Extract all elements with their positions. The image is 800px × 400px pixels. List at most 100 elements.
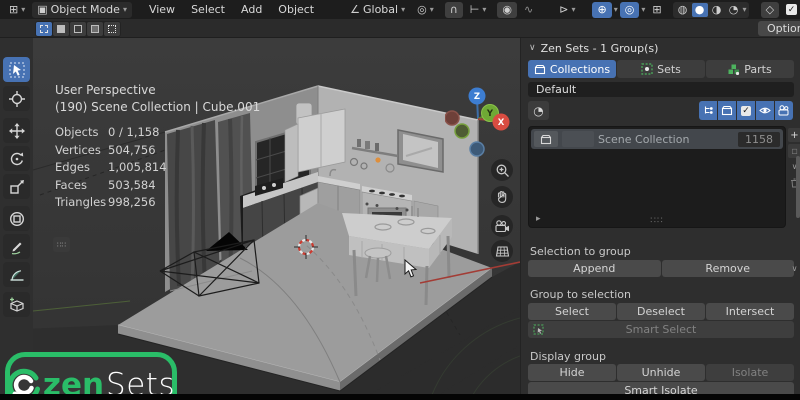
show-gizmo-toggle[interactable]: ⊕ <box>592 1 612 18</box>
stat-label: Triangles <box>55 195 107 209</box>
proportional-edit-toggle[interactable]: ◉ <box>497 1 518 18</box>
visibility-display-button[interactable] <box>756 101 774 120</box>
checkbox-display-button[interactable]: ✓ <box>737 101 755 120</box>
collection-box-icon <box>721 105 733 116</box>
stat-faces: Faces 503,584 <box>55 177 167 195</box>
menu-object[interactable]: Object <box>271 2 321 17</box>
orientation-icon: ∠ <box>350 3 360 16</box>
tab-collections[interactable]: Collections <box>528 60 616 78</box>
select-invert-icon <box>91 25 99 33</box>
shading-wireframe-button[interactable]: ◍ <box>675 3 691 17</box>
tool-select-box[interactable] <box>3 57 30 82</box>
editor-type-button[interactable]: ⊞ ▾ <box>4 2 30 18</box>
stat-edges: Edges 1,005,814 <box>55 159 167 177</box>
pan-button[interactable] <box>491 186 513 208</box>
show-overlays-toggle[interactable]: ◎ <box>619 1 640 18</box>
zen-diamond-button[interactable]: ◇ <box>760 1 780 18</box>
select-mode-intersect-button[interactable] <box>104 22 120 36</box>
chevron-down-icon: ▾ <box>571 4 576 14</box>
tool-transform[interactable] <box>3 206 30 231</box>
intersect-button[interactable]: Intersect <box>706 303 794 320</box>
add-group-button[interactable]: + <box>788 128 800 142</box>
chevron-down-icon[interactable]: ▾ <box>641 5 645 14</box>
chevron-down-icon[interactable]: ▾ <box>614 5 618 14</box>
collection-chip[interactable] <box>534 131 558 147</box>
tool-cursor[interactable] <box>3 86 30 111</box>
snap-toggle[interactable]: ∩ <box>444 1 463 18</box>
menu-select[interactable]: Select <box>184 2 232 17</box>
ortho-toggle-button[interactable] <box>491 240 513 262</box>
hide-button[interactable]: Hide <box>528 364 616 381</box>
tab-sets[interactable]: Sets <box>617 60 705 78</box>
unhide-button[interactable]: Unhide <box>617 364 705 381</box>
tool-settings-bar: Options <box>0 19 800 38</box>
select-mode-subtract-button[interactable] <box>70 22 86 36</box>
zen-sets-logo: zenSets For Blender <box>5 352 177 394</box>
smart-select-row: Smart Select <box>528 321 794 338</box>
selectability-dropdown[interactable]: ⊳ ▾ <box>554 2 580 18</box>
tool-measure[interactable] <box>3 262 30 287</box>
select-button[interactable]: Select <box>528 303 616 320</box>
tool-add-cube[interactable] <box>3 292 30 317</box>
expand-arrow-icon[interactable]: ▸ <box>536 215 541 224</box>
smart-isolate-button[interactable]: Smart Isolate <box>528 382 794 394</box>
stat-label: Objects <box>55 125 99 139</box>
collection-display-button[interactable] <box>718 101 736 120</box>
tool-annotate[interactable] <box>3 234 30 259</box>
mode-dropdown[interactable]: ▣ Object Mode ▾ <box>32 1 132 18</box>
pivot-point-dropdown[interactable]: ◎ ▾ <box>412 2 439 18</box>
group-name-field[interactable]: Default <box>528 82 794 97</box>
proportional-icon: ◉ <box>502 3 513 16</box>
viewport-3d[interactable]: ∷∷ User Perspective (190) Scene Collecti… <box>0 38 520 394</box>
tool-move[interactable] <box>3 118 30 143</box>
xray-toggle[interactable]: ⊞ <box>647 2 666 18</box>
select-mode-invert-button[interactable] <box>87 22 103 36</box>
parts-icon <box>728 64 740 75</box>
select-mode-extend-button[interactable] <box>53 22 69 36</box>
select-set-icon <box>40 25 48 33</box>
falloff-dropdown[interactable]: ∿ <box>519 2 538 18</box>
append-button[interactable]: Append <box>528 260 661 277</box>
zoom-button[interactable] <box>491 159 513 181</box>
shading-solid-button[interactable]: ● <box>691 2 708 17</box>
chevron-down-icon[interactable]: ▾ <box>743 5 747 14</box>
shading-mode-group: ◍ ● ◑ ◔ ▾ <box>672 1 749 18</box>
diamond-icon: ◇ <box>765 3 775 16</box>
nav-gizmo[interactable]: Z Y X <box>445 83 515 157</box>
collapse-icon: ∨ <box>529 43 536 53</box>
camera-view-button[interactable] <box>491 215 513 237</box>
render-display-button[interactable] <box>775 101 793 120</box>
shading-rendered-button[interactable]: ◔ <box>726 3 742 17</box>
transform-orientation-dropdown[interactable]: ∠ Global ▾ <box>345 2 410 18</box>
panel-header[interactable]: ∨ Zen Sets - 1 Group(s) <box>529 42 658 55</box>
sync-mode-button[interactable]: ◔ <box>528 101 549 120</box>
tab-parts[interactable]: Parts <box>706 60 794 78</box>
smart-select-button[interactable]: Smart Select <box>528 321 794 338</box>
smart-select-label: Smart Select <box>625 323 697 336</box>
checkbox-icon: ✓ <box>741 105 751 116</box>
panel-scrollbar[interactable] <box>796 156 800 218</box>
snap-target-dropdown[interactable]: ⊢ ▾ <box>465 2 492 18</box>
wireframe-icon: ◍ <box>677 3 688 16</box>
shading-material-button[interactable]: ◑ <box>709 3 725 17</box>
menu-view[interactable]: View <box>142 2 182 17</box>
zen-checkbox-button[interactable]: ✓ <box>781 2 800 18</box>
list-item[interactable]: Scene Collection 1158 <box>531 129 783 149</box>
outliner-sync-button[interactable] <box>699 101 717 120</box>
select-mode-set-button[interactable] <box>36 22 52 36</box>
resize-grip[interactable]: ∷∷ <box>650 216 663 226</box>
tool-rotate[interactable] <box>3 146 30 171</box>
tool-scale[interactable] <box>3 174 30 199</box>
append-options-button[interactable]: ∨ <box>788 262 800 276</box>
isolate-button[interactable]: Isolate <box>706 364 794 381</box>
deselect-button[interactable]: Deselect <box>617 303 705 320</box>
logo-sets-text: Sets <box>106 366 176 394</box>
options-button[interactable]: Options <box>758 21 800 36</box>
tree-icon <box>704 106 713 114</box>
remove-button[interactable]: Remove <box>661 260 794 277</box>
stat-triangles: Triangles 998,256 <box>55 194 167 212</box>
menu-add[interactable]: Add <box>234 2 269 17</box>
group-type-tabs: Collections Sets Parts <box>528 60 794 78</box>
color-tag-chip[interactable] <box>562 131 594 147</box>
axis-y-label: Y <box>486 109 494 119</box>
